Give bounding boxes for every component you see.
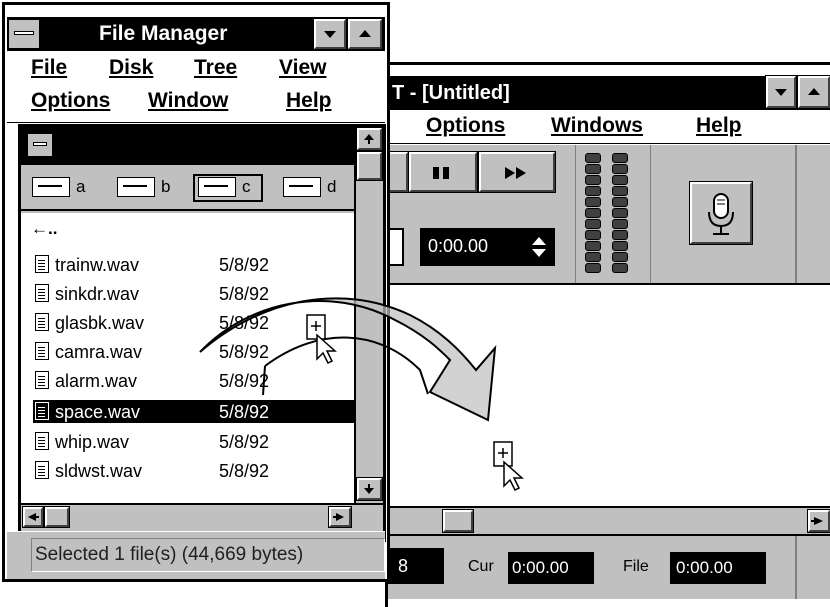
microphone-icon <box>708 193 734 235</box>
list-item-selected[interactable]: space.wav 5/8/92 <box>33 400 355 423</box>
file-icon <box>35 342 49 360</box>
toolbar-divider <box>795 145 797 283</box>
maximize-arrow-icon <box>359 30 371 37</box>
menu-help[interactable]: Help <box>696 114 742 138</box>
menu-view[interactable]: View <box>279 56 326 80</box>
rewind-button[interactable] <box>387 151 409 193</box>
minimize-arrow-icon <box>775 89 787 96</box>
floppy-drive-icon <box>32 177 70 197</box>
recorder-menu-bar: Options Windows Help <box>388 110 830 144</box>
file-time-field: 0:00.00 <box>670 552 766 584</box>
up-arrow-icon <box>364 134 374 144</box>
file-icon <box>35 371 49 389</box>
list-item[interactable]: sinkdr.wav 5/8/92 <box>33 282 355 305</box>
cur-time-field: 0:00.00 <box>508 552 594 584</box>
menu-help[interactable]: Help <box>286 89 332 113</box>
time-spinner[interactable]: 0:00.00 <box>420 228 555 266</box>
fm-menu-bar: File Disk Tree View Options Window Help <box>7 51 385 123</box>
menu-tree[interactable]: Tree <box>194 56 237 80</box>
floppy-drive-icon <box>117 177 155 197</box>
fast-forward-button[interactable] <box>478 151 556 193</box>
drag-copy-cursor-icon <box>306 314 337 365</box>
fm-system-menu-button[interactable] <box>8 19 40 49</box>
list-item[interactable]: sldwst.wav 5/8/92 <box>33 459 355 482</box>
fm-status-bar: Selected 1 file(s) (44,669 bytes) <box>7 531 385 579</box>
menu-windows[interactable]: Windows <box>551 114 643 138</box>
scroll-right-button[interactable] <box>328 506 352 528</box>
list-item[interactable]: whip.wav 5/8/92 <box>33 430 355 453</box>
menu-options[interactable]: Options <box>426 114 505 138</box>
hard-drive-icon <box>198 177 236 197</box>
hard-drive-icon <box>283 177 321 197</box>
file-icon <box>35 402 49 420</box>
list-item[interactable]: trainw.wav 5/8/92 <box>33 253 355 276</box>
list-item[interactable]: alarm.wav 5/8/92 <box>33 369 355 392</box>
scroll-up-button[interactable] <box>356 127 383 151</box>
down-arrow-icon <box>364 484 374 494</box>
record-button[interactable] <box>689 181 753 245</box>
left-arrow-icon <box>28 513 39 521</box>
recorder-scroll-right-button[interactable] <box>807 509 830 533</box>
recorder-hscrollbar[interactable] <box>388 506 830 536</box>
file-list-vscrollbar[interactable] <box>354 127 383 503</box>
file-list-hscrollbar[interactable] <box>21 503 383 531</box>
recorder-maximize-button[interactable] <box>797 75 830 109</box>
minimize-arrow-icon <box>324 31 336 38</box>
fm-maximize-button[interactable] <box>347 18 383 50</box>
cur-label: Cur <box>468 558 494 575</box>
menu-window[interactable]: Window <box>148 89 228 113</box>
fm-minimize-button[interactable] <box>313 18 347 50</box>
fast-forward-icon <box>505 167 526 179</box>
level-meter <box>575 145 651 283</box>
recorder-title: T - [Untitled] <box>392 82 510 104</box>
file-manager-title: File Manager <box>99 22 228 45</box>
directory-title-bar[interactable] <box>21 127 354 165</box>
fm-status-text: Selected 1 file(s) (44,669 bytes) <box>35 544 304 565</box>
status-partial-field: 8 <box>388 548 444 584</box>
time-value: 0:00.00 <box>428 236 489 256</box>
scroll-thumb[interactable] <box>356 151 383 181</box>
status-divider <box>795 536 797 599</box>
menu-options[interactable]: Options <box>31 89 110 113</box>
pause-button[interactable] <box>408 151 478 193</box>
fm-status-field: Selected 1 file(s) (44,669 bytes) <box>31 538 385 572</box>
file-icon <box>35 432 49 450</box>
drag-copy-cursor-icon <box>493 441 524 492</box>
directory-system-menu-button[interactable] <box>27 133 53 157</box>
scroll-left-button[interactable] <box>22 506 44 528</box>
recorder-scroll-thumb[interactable] <box>442 509 474 533</box>
scroll-down-button[interactable] <box>356 477 383 501</box>
time-input-left-edge <box>388 228 404 266</box>
pause-icon <box>433 167 449 179</box>
file-icon <box>35 313 49 331</box>
file-icon <box>35 284 49 302</box>
right-arrow-icon <box>811 517 823 525</box>
file-label: File <box>623 558 649 575</box>
file-icon <box>35 255 49 273</box>
file-icon <box>35 461 49 479</box>
right-arrow-icon <box>333 513 344 521</box>
maximize-arrow-icon <box>808 88 820 95</box>
recorder-minimize-button[interactable] <box>765 75 797 109</box>
parent-directory-item[interactable]: ←.. <box>31 219 57 239</box>
spin-arrows-icon[interactable] <box>530 234 548 260</box>
menu-disk[interactable]: Disk <box>109 56 153 80</box>
recorder-title-bar[interactable]: T - [Untitled] <box>388 76 830 110</box>
hscroll-thumb[interactable] <box>44 506 70 528</box>
menu-file[interactable]: File <box>31 56 67 80</box>
